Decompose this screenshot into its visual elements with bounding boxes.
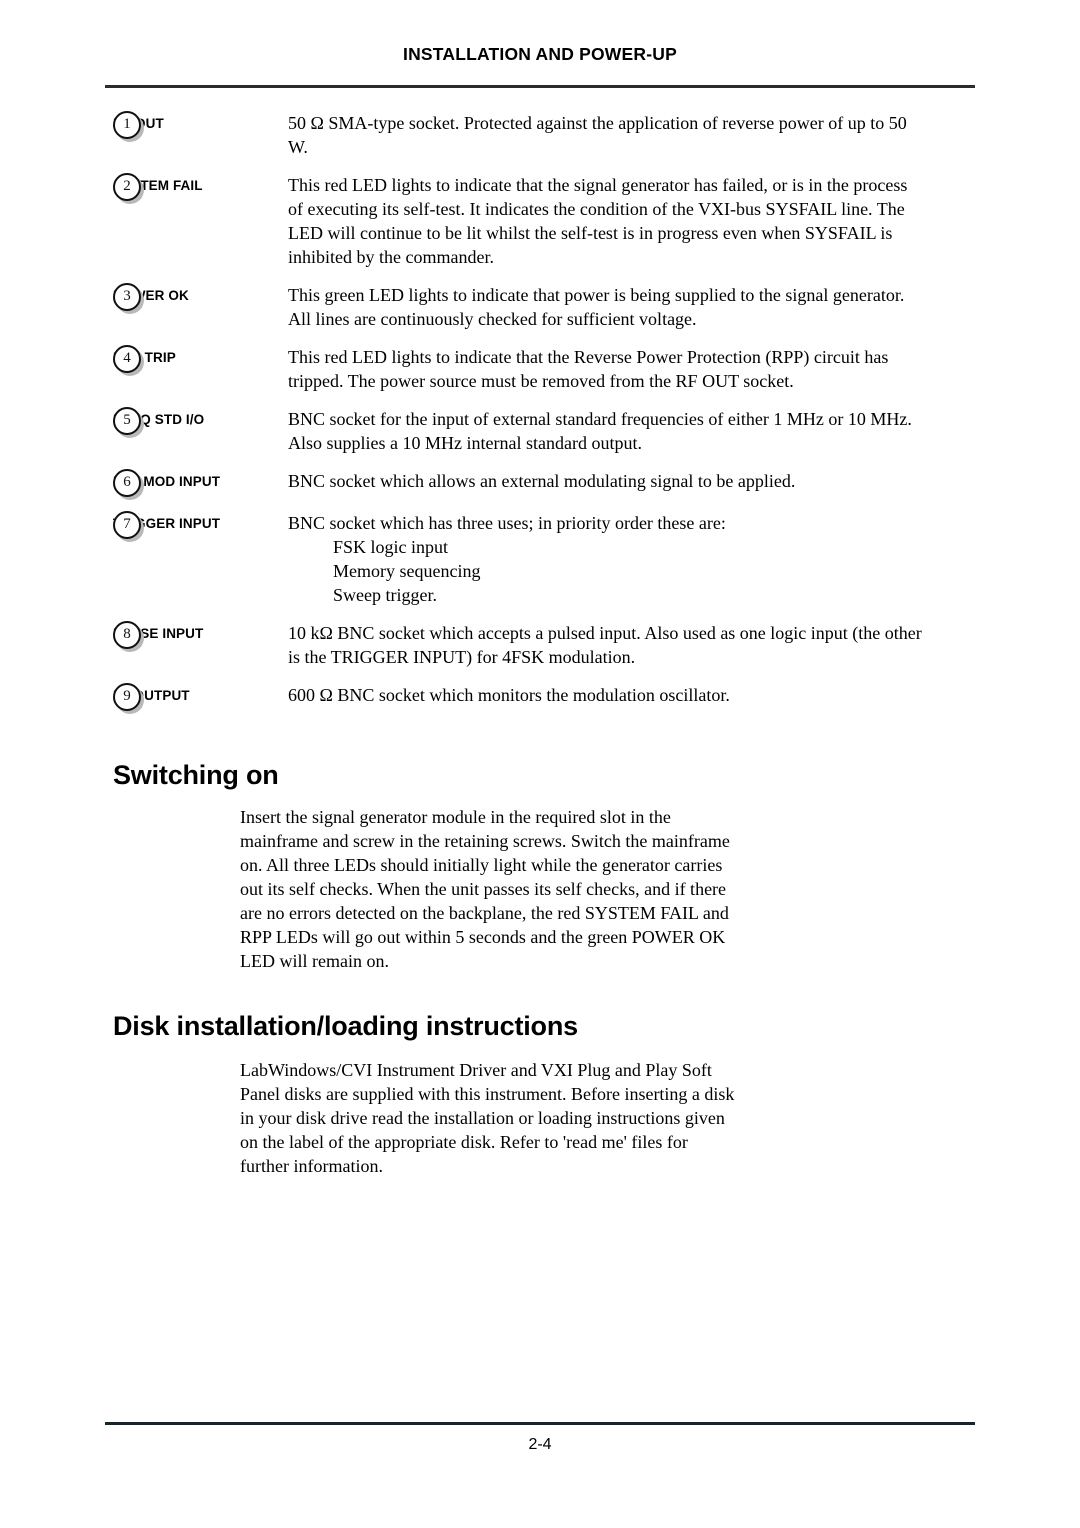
- callout-item: 7 TRIGGER INPUT BNC socket which has thr…: [0, 510, 1080, 607]
- callout-item: 8 PULSE INPUT 10 kΩ BNC socket which acc…: [0, 620, 1080, 669]
- callout-number: 3: [123, 288, 131, 304]
- callout-description-text: 600 Ω BNC socket which monitors the modu…: [288, 685, 730, 705]
- callout-description-text: 10 kΩ BNC socket which accepts a pulsed …: [288, 623, 922, 667]
- callout-badge-cell: 7: [0, 510, 144, 542]
- callout-description: This green LED lights to indicate that p…: [288, 282, 923, 331]
- footer-divider-rule: [105, 1422, 975, 1425]
- callout-number: 4: [123, 350, 131, 366]
- callout-number: 8: [123, 626, 131, 642]
- callout-item: 6 EXT MOD INPUT BNC socket which allows …: [0, 468, 1080, 500]
- section-paragraph-switching-on: Insert the signal generator module in th…: [240, 807, 730, 971]
- circle-outline: 1: [113, 111, 141, 139]
- callout-description: BNC socket which allows an external modu…: [288, 468, 923, 493]
- callout-description-text: This red LED lights to indicate that the…: [288, 175, 908, 267]
- circled-number-icon: 7: [113, 511, 144, 542]
- callout-description-text: BNC socket which has three uses; in prio…: [288, 513, 726, 533]
- section-paragraph-disk-installation: LabWindows/CVI Instrument Driver and VXI…: [240, 1060, 735, 1176]
- callout-item: 3 POWER OK This green LED lights to indi…: [0, 282, 1080, 331]
- callout-item: 1 RF OUT 50 Ω SMA-type socket. Protected…: [0, 110, 1080, 159]
- callout-description-text: BNC socket for the input of external sta…: [288, 409, 912, 453]
- callout-badge-cell: 8: [0, 620, 144, 652]
- circle-outline: 5: [113, 407, 141, 435]
- callout-item: 2 SYSTEM FAIL This red LED lights to ind…: [0, 172, 1080, 269]
- callout-sub-item: Memory sequencing: [333, 561, 481, 581]
- running-header: INSTALLATION AND POWER-UP: [105, 44, 975, 65]
- callout-number: 5: [123, 412, 131, 428]
- circle-outline: 3: [113, 283, 141, 311]
- circled-number-icon: 6: [113, 469, 144, 500]
- callout-badge-cell: 9: [0, 682, 144, 714]
- callout-description-text: 50 Ω SMA-type socket. Protected against …: [288, 113, 907, 157]
- circled-number-icon: 3: [113, 283, 144, 314]
- callout-description: 10 kΩ BNC socket which accepts a pulsed …: [288, 620, 923, 669]
- callout-item: 5 FREQ STD I/O BNC socket for the input …: [0, 406, 1080, 455]
- callout-badge-cell: 5: [0, 406, 144, 438]
- circled-number-icon: 4: [113, 345, 144, 376]
- callout-description: This red LED lights to indicate that the…: [288, 172, 923, 269]
- callout-sub-item: Sweep trigger.: [333, 585, 437, 605]
- circle-outline: 9: [113, 683, 141, 711]
- circled-number-icon: 5: [113, 407, 144, 438]
- circled-number-icon: 1: [113, 111, 144, 142]
- callout-number: 6: [123, 474, 131, 490]
- callout-description: 600 Ω BNC socket which monitors the modu…: [288, 682, 923, 707]
- section-heading-disk-installation: Disk installation/loading instructions: [113, 1011, 578, 1041]
- circled-number-icon: 9: [113, 683, 144, 714]
- running-footer: 2-4: [105, 1436, 975, 1454]
- callout-description-text: This green LED lights to indicate that p…: [288, 285, 905, 329]
- callout-sub-list: FSK logic input Memory sequencing Sweep …: [288, 535, 923, 607]
- callout-number: 9: [123, 688, 131, 704]
- callout-sub-item: FSK logic input: [333, 537, 449, 557]
- circle-outline: 7: [113, 511, 141, 539]
- callout-badge-cell: 1: [0, 110, 144, 142]
- callout-number: 1: [123, 116, 131, 132]
- callout-badge-cell: 2: [0, 172, 144, 204]
- callout-badge-cell: 3: [0, 282, 144, 314]
- callout-description: This red LED lights to indicate that the…: [288, 344, 923, 393]
- header-divider-rule: [105, 85, 975, 88]
- circle-outline: 6: [113, 469, 141, 497]
- callout-number: 2: [123, 178, 131, 194]
- circled-number-icon: 8: [113, 621, 144, 652]
- callout-badge-cell: 6: [0, 468, 144, 500]
- section-heading-switching-on: Switching on: [113, 760, 279, 790]
- callout-number: 7: [123, 516, 131, 532]
- page-header-title: INSTALLATION AND POWER-UP: [403, 44, 677, 64]
- callout-description: BNC socket which has three uses; in prio…: [288, 510, 923, 607]
- circle-outline: 2: [113, 173, 141, 201]
- callout-item: 4 RPP TRIP This red LED lights to indica…: [0, 344, 1080, 393]
- callout-description-text: This red LED lights to indicate that the…: [288, 347, 889, 391]
- page-number: 2-4: [528, 1436, 552, 1453]
- circle-outline: 8: [113, 621, 141, 649]
- document-page: INSTALLATION AND POWER-UP 1 RF OUT 50 Ω …: [0, 0, 1080, 1528]
- page-content: 1 RF OUT 50 Ω SMA-type socket. Protected…: [0, 110, 1080, 1178]
- circled-number-icon: 2: [113, 173, 144, 204]
- callout-description: 50 Ω SMA-type socket. Protected against …: [288, 110, 923, 159]
- callout-description-text: BNC socket which allows an external modu…: [288, 471, 796, 491]
- callout-description: BNC socket for the input of external sta…: [288, 406, 923, 455]
- callout-item: 9 LF OUTPUT 600 Ω BNC socket which monit…: [0, 682, 1080, 714]
- callout-badge-cell: 4: [0, 344, 144, 376]
- connector-callout-list: 1 RF OUT 50 Ω SMA-type socket. Protected…: [0, 110, 1080, 714]
- circle-outline: 4: [113, 345, 141, 373]
